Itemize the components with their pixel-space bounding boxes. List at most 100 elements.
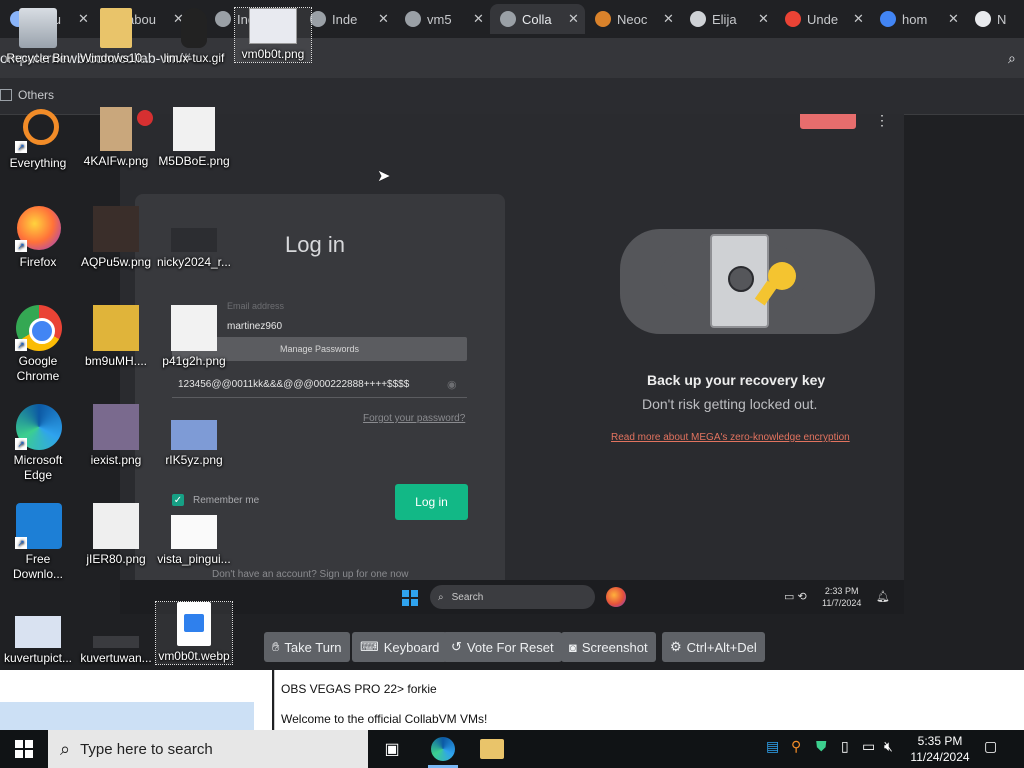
ctrl-alt-del-button[interactable]: ⚙ Ctrl+Alt+Del <box>662 632 765 662</box>
zoom-icon[interactable]: ⌕ <box>1008 50 1016 67</box>
tab-6[interactable]: Colla ✕ <box>490 4 585 34</box>
desktop-icon-everything[interactable]: ↗ Everything <box>0 107 76 171</box>
tab-4[interactable]: Inde ✕ <box>300 4 395 34</box>
signup-button[interactable] <box>800 114 856 129</box>
firefox-icon[interactable] <box>606 587 626 607</box>
take-turn-button[interactable]: ✋︎ Take Turn <box>264 632 350 662</box>
edge-taskbar-icon[interactable] <box>428 734 458 764</box>
camera-icon: ◙ <box>569 639 577 655</box>
screenshot-button[interactable]: ◙ Screenshot <box>561 632 656 662</box>
tux-icon <box>181 8 207 48</box>
desktop-icon-recycle-bin[interactable]: Recycle Bin <box>0 8 76 66</box>
tab-9[interactable]: Unde ✕ <box>775 4 870 34</box>
login-heading: Log in <box>285 232 345 257</box>
desktop-icon-rik5yz[interactable]: rIK5yz.png <box>156 404 232 468</box>
notifications-icon[interactable]: ▢ <box>984 738 997 755</box>
hand-icon: ✋︎ <box>272 639 280 654</box>
desktop-icon-kuvertuwan[interactable]: kuvertuwan... <box>78 602 154 666</box>
bell-icon[interactable]: 🔔︎ <box>876 590 890 603</box>
security-shield-icon[interactable]: ⛊ <box>816 738 827 755</box>
tab-11[interactable]: N <box>965 4 1024 34</box>
desktop-icon-firefox[interactable]: ↗ Firefox <box>0 206 76 270</box>
image-icon <box>93 404 139 450</box>
desktop-icon-linux-tux[interactable]: linux-tux.gif <box>156 8 232 66</box>
email-label: Email address <box>227 301 285 311</box>
close-icon[interactable]: ✕ <box>378 11 389 27</box>
search-icon: ⌕ <box>60 738 71 759</box>
vm-search-box[interactable]: ⌕ Search <box>430 585 595 609</box>
desktop-icon-kuvertupict[interactable]: kuvertupict... <box>0 602 76 666</box>
more-options-icon[interactable]: ⋮ <box>875 114 889 129</box>
google-icon <box>785 11 801 27</box>
email-field[interactable]: martinez960 <box>227 321 282 332</box>
keyboard-button[interactable]: ⌨ Keyboard <box>352 632 448 662</box>
image-icon <box>93 503 139 549</box>
folder-icon <box>0 89 12 101</box>
desktop-icon-iexist[interactable]: iexist.png <box>78 404 154 468</box>
user-list-panel <box>0 670 272 730</box>
desktop-icon-p41g2h[interactable]: p41g2h.png <box>156 305 232 369</box>
vm-tray-icons[interactable]: ▭ ⟲ <box>784 590 807 603</box>
user-list-selected[interactable] <box>0 702 254 730</box>
battery-icon[interactable]: ▯ <box>841 738 849 755</box>
encryption-link[interactable]: Read more about MEGA's zero-knowledge en… <box>611 432 850 443</box>
close-icon[interactable]: ✕ <box>568 11 579 27</box>
taskbar-clock[interactable]: 5:35 PM 11/24/2024 <box>905 733 975 765</box>
desktop-icon-google-chrome[interactable]: ↗ Google Chrome <box>0 305 76 384</box>
chat-message: OBS VEGAS PRO 22> forkie <box>281 682 437 696</box>
vm-clock[interactable]: 2:33 PM 11/7/2024 <box>822 585 861 609</box>
desktop-icon-vm0b0t-webp[interactable]: vm0b0t.webp <box>155 601 233 665</box>
desktop-icon-jier80[interactable]: jIER80.png <box>78 503 154 567</box>
image-icon <box>171 515 217 549</box>
desktop-icon-bm9umh[interactable]: bm9uMH.... <box>78 305 154 369</box>
taskbar-search-box[interactable]: ⌕ Type here to search <box>48 730 368 768</box>
desktop-icon-vm0b0t-png[interactable]: vm0b0t.png <box>234 7 312 63</box>
desktop-icon-m5dboe[interactable]: M5DBoE.png <box>156 107 232 169</box>
forgot-password-link[interactable]: Forgot your password? <box>363 413 465 424</box>
vm-screen[interactable]: ⋮ Log in Email address martinez960 Manag… <box>120 114 904 614</box>
everything-tray-icon[interactable]: ⚲ <box>791 738 801 755</box>
image-icon <box>249 8 297 44</box>
image-icon <box>171 228 217 252</box>
folder-icon <box>100 8 132 48</box>
image-icon <box>171 420 217 450</box>
tab-10[interactable]: hom ✕ <box>870 4 965 34</box>
task-view-icon[interactable]: ▣ <box>377 734 407 764</box>
image-icon <box>171 305 217 351</box>
chat-message: Welcome to the official CollabVM VMs! <box>281 712 488 726</box>
globe-icon <box>690 11 706 27</box>
signup-text[interactable]: Don't have an account? Sign up for one n… <box>212 569 409 580</box>
volume-muted-icon[interactable]: 🔇︎ <box>884 738 893 755</box>
network-icon[interactable]: ▭ <box>862 738 875 755</box>
bookmark-others[interactable]: Others <box>0 88 54 102</box>
notification-badge <box>137 110 153 126</box>
close-icon[interactable]: ✕ <box>758 11 769 27</box>
windows-logo-icon[interactable] <box>402 590 418 606</box>
password-field[interactable]: 123456@@0011kk&&&@@@000222888++++$$$$ <box>178 379 409 390</box>
close-icon[interactable]: ✕ <box>853 11 864 27</box>
desktop-icon-vista-pingui[interactable]: vista_pingui... <box>156 503 232 567</box>
firefox-icon: ↗ <box>15 206 61 252</box>
close-icon[interactable]: ✕ <box>663 11 674 27</box>
desktop-icon-nicky2024[interactable]: nicky2024_r... <box>156 206 232 270</box>
windows-logo-icon <box>15 740 33 758</box>
desktop-icon-microsoft-edge[interactable]: ↗ Microsoft Edge <box>0 404 76 483</box>
tab-5[interactable]: vm5 ✕ <box>395 4 490 34</box>
promo-title: Back up your recovery key <box>647 372 826 388</box>
file-explorer-icon[interactable] <box>477 734 507 764</box>
login-button[interactable]: Log in <box>395 484 468 520</box>
fdm-tray-icon[interactable]: ▤ <box>766 738 779 755</box>
tab-8[interactable]: Elija ✕ <box>680 4 775 34</box>
start-button[interactable] <box>0 730 48 768</box>
eye-icon[interactable]: ◉ <box>447 378 457 391</box>
desktop-icon-windows10-folder[interactable]: Windows10... <box>78 8 154 66</box>
desktop-icon-free-download-manager[interactable]: ↗ Free Downlo... <box>0 503 76 582</box>
edge-icon: ↗ <box>15 404 62 450</box>
vote-reset-button[interactable]: ↺ Vote For Reset <box>443 632 562 662</box>
vault-icon <box>710 234 769 328</box>
keyboard-icon: ⌨ <box>360 639 379 654</box>
close-icon[interactable]: ✕ <box>473 11 484 27</box>
close-icon[interactable]: ✕ <box>948 11 959 27</box>
desktop-icon-aqpu5w[interactable]: AQPu5w.png <box>78 206 154 270</box>
tab-7[interactable]: Neoc ✕ <box>585 4 680 34</box>
